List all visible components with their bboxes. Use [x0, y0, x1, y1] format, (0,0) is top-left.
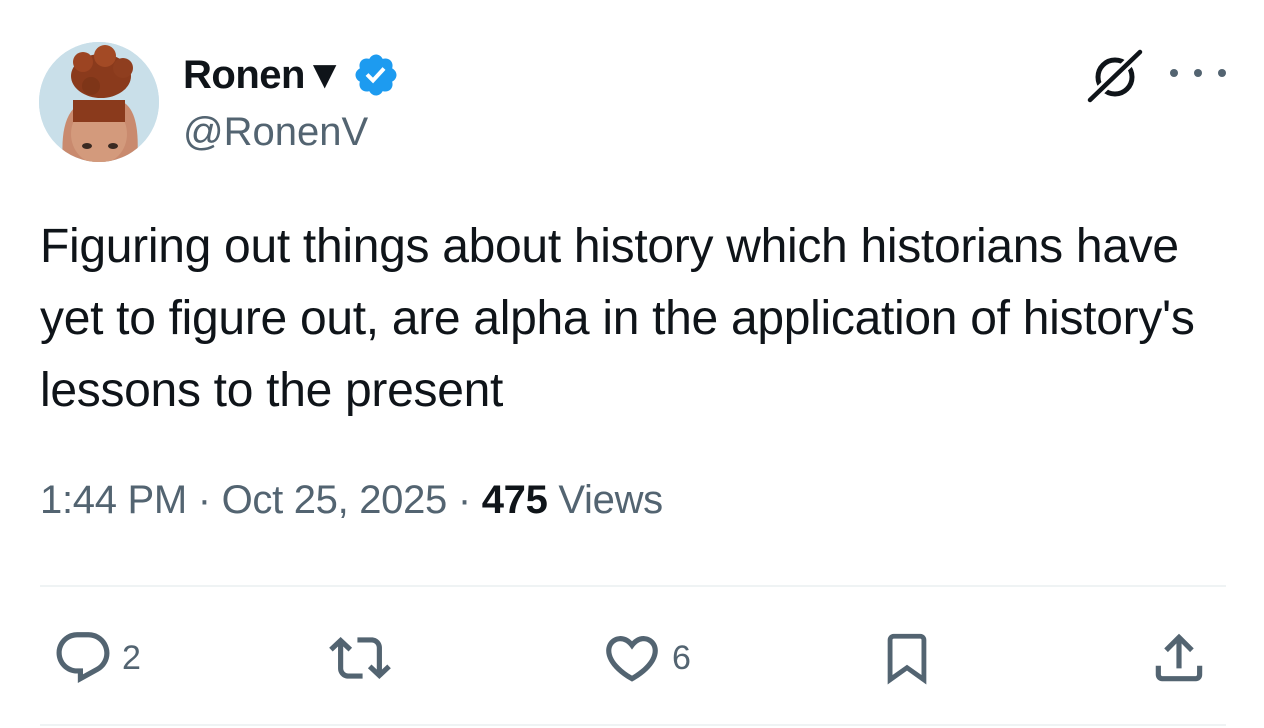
bookmark-icon — [887, 633, 927, 685]
reply-icon — [56, 632, 110, 684]
more-dot — [1218, 69, 1226, 77]
author-handle[interactable]: @RonenV — [183, 110, 368, 155]
share-button[interactable] — [1148, 624, 1210, 692]
retweet-button[interactable] — [326, 624, 394, 692]
share-icon — [1155, 633, 1203, 682]
like-count: 6 — [672, 638, 691, 677]
verified-badge-icon — [355, 54, 397, 96]
grok-icon[interactable] — [1086, 46, 1144, 104]
reply-button[interactable]: 2 — [52, 624, 141, 692]
views-label: Views — [558, 478, 663, 522]
display-name[interactable]: Ronen▼ — [183, 53, 345, 98]
reply-count: 2 — [122, 638, 141, 677]
bookmark-button[interactable] — [878, 624, 936, 692]
author-name-row[interactable]: Ronen▼ — [183, 50, 400, 100]
avatar[interactable] — [39, 42, 159, 162]
divider — [40, 724, 1226, 726]
meta-separator: · — [457, 478, 471, 522]
like-button[interactable]: 6 — [600, 624, 691, 692]
like-icon — [606, 636, 658, 682]
more-dot — [1194, 69, 1202, 77]
tweet-text: Figuring out things about history which … — [40, 220, 1195, 417]
tweet-time[interactable]: 1:44 PM — [40, 478, 187, 522]
more-icon[interactable] — [1170, 56, 1226, 90]
more-dot — [1170, 69, 1178, 77]
tweet-date[interactable]: Oct 25, 2025 — [222, 478, 448, 522]
divider — [40, 585, 1226, 587]
retweet-icon — [329, 637, 391, 679]
views-count: 475 — [481, 478, 548, 522]
tweet-meta: 1:44 PM · Oct 25, 2025 · 475 Views — [40, 478, 663, 523]
meta-separator: · — [197, 478, 211, 522]
